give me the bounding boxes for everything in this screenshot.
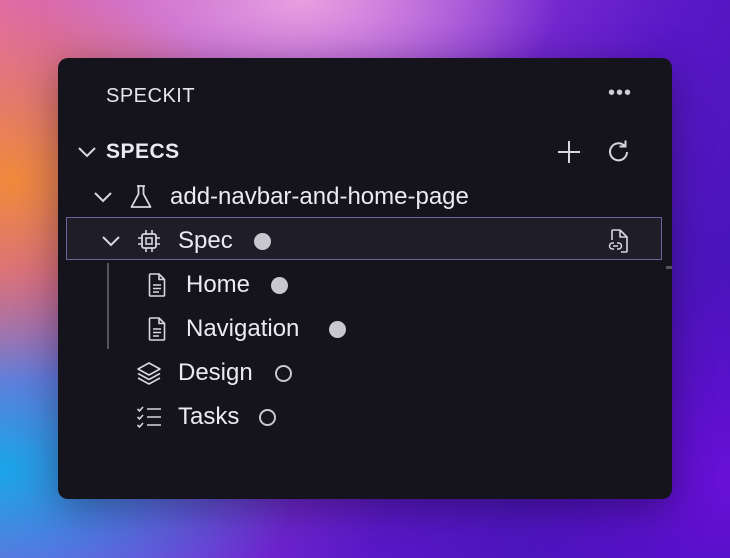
beaker-icon — [128, 184, 154, 210]
refresh-icon[interactable] — [606, 139, 632, 165]
tree-item-tasks[interactable]: Tasks — [58, 395, 672, 439]
tree-item-label: Design — [178, 359, 253, 386]
chevron-down-icon[interactable] — [76, 141, 98, 163]
layers-icon — [136, 360, 162, 386]
document-icon — [144, 316, 170, 342]
panel-title: SPECKIT — [106, 85, 196, 107]
status-dot-empty — [259, 408, 276, 426]
tree-item-label: Tasks — [178, 403, 240, 430]
tree-item-label: Navigation — [186, 315, 300, 342]
tree-item-spec[interactable]: Spec — [58, 219, 672, 263]
section-label: SPECS — [106, 140, 180, 163]
tree-item-label: Home — [186, 271, 251, 298]
section-header-specs[interactable]: SPECS — [58, 130, 672, 174]
tree-item-home[interactable]: Home — [58, 263, 672, 307]
status-dot-filled — [271, 276, 288, 294]
tree-item-design[interactable]: Design — [58, 351, 672, 395]
status-dot-empty — [275, 364, 292, 382]
project-label: add-navbar-and-home-page — [170, 183, 469, 210]
tree-item-project[interactable]: add-navbar-and-home-page — [58, 175, 672, 219]
document-icon — [144, 272, 170, 298]
status-dot-filled — [329, 320, 346, 338]
chevron-down-icon[interactable] — [92, 186, 114, 208]
ellipsis-icon[interactable]: ••• — [608, 82, 632, 105]
chip-icon — [136, 228, 162, 254]
checklist-icon — [136, 404, 162, 430]
chevron-down-icon[interactable] — [100, 230, 122, 252]
tree-item-navigation[interactable]: Navigation — [58, 307, 672, 351]
plus-icon[interactable] — [556, 139, 582, 165]
spec-label: Spec — [178, 227, 233, 254]
speckit-panel: SPECKIT ••• SPECS add-navbar-and-home-pa… — [58, 58, 672, 499]
status-dot-filled — [254, 232, 271, 250]
file-link-icon[interactable] — [606, 228, 632, 254]
